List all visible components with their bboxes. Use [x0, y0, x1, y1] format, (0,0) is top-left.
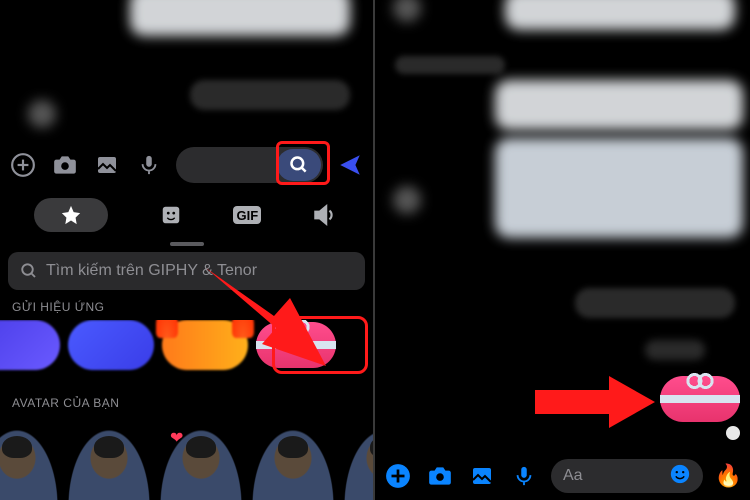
blurred-message: [495, 80, 743, 130]
mic-button[interactable]: [509, 461, 539, 491]
mic-button[interactable]: [134, 150, 164, 180]
blurred-avatar: [28, 100, 56, 128]
blurred-message: [575, 288, 735, 318]
avatar-sticker[interactable]: [158, 426, 244, 500]
blurred-avatar: [393, 0, 421, 22]
composer-row: [0, 144, 373, 186]
effect-gift-sent[interactable]: [660, 376, 740, 422]
camera-button[interactable]: [50, 150, 80, 180]
effect-gift[interactable]: [256, 322, 336, 368]
blurred-message: [505, 0, 735, 30]
tab-stickers[interactable]: [156, 200, 186, 230]
avatar-sticker[interactable]: [342, 426, 373, 500]
drag-handle[interactable]: [170, 242, 204, 246]
composer-row: Aa 🔥: [375, 456, 750, 496]
input-placeholder: Aa: [563, 467, 583, 485]
emoji-button[interactable]: [669, 463, 691, 490]
tab-gif[interactable]: GIF: [233, 206, 261, 224]
giphy-placeholder: Tìm kiếm trên GIPHY & Tenor: [46, 262, 257, 280]
gallery-button[interactable]: [467, 461, 497, 491]
avatar-sticker[interactable]: [250, 426, 336, 500]
tutorial-arrow: [531, 372, 661, 432]
blurred-message: [190, 80, 350, 110]
effects-row: [0, 320, 373, 376]
effect-hearts[interactable]: [0, 320, 60, 370]
tab-favorites[interactable]: [34, 198, 108, 232]
gallery-button[interactable]: [92, 150, 122, 180]
tab-sound[interactable]: [309, 200, 339, 230]
message-input[interactable]: Aa: [551, 459, 703, 493]
avatar-sticker[interactable]: [0, 426, 60, 500]
sticker-search-button[interactable]: [277, 149, 321, 181]
message-input[interactable]: [176, 147, 323, 183]
avatar-sticker[interactable]: [66, 426, 152, 500]
section-label-avatars: AVATAR CỦA BẠN: [12, 396, 119, 410]
send-button[interactable]: [335, 150, 365, 180]
blurred-avatar: [393, 186, 421, 214]
effect-confetti[interactable]: [68, 320, 154, 370]
blurred-text: [645, 340, 705, 360]
camera-button[interactable]: [425, 461, 455, 491]
blurred-message: [130, 0, 350, 36]
add-button[interactable]: [8, 150, 38, 180]
effect-fire[interactable]: [162, 320, 248, 370]
section-label-effects: GỬI HIỆU ỨNG: [12, 300, 105, 314]
add-button[interactable]: [383, 461, 413, 491]
tutorial-step-2: Aa 🔥: [375, 0, 750, 500]
blurred-text: [395, 56, 505, 74]
sticker-tabs: GIF: [0, 194, 373, 236]
tutorial-step-1: GIF Tìm kiếm trên GIPHY & Tenor GỬI HIỆU…: [0, 0, 375, 500]
avatar-row: [0, 426, 373, 500]
blurred-message: [495, 138, 743, 238]
delivery-indicator: [726, 426, 740, 440]
giphy-search-input[interactable]: Tìm kiếm trên GIPHY & Tenor: [8, 252, 365, 290]
quick-reaction-button[interactable]: 🔥: [715, 463, 742, 489]
